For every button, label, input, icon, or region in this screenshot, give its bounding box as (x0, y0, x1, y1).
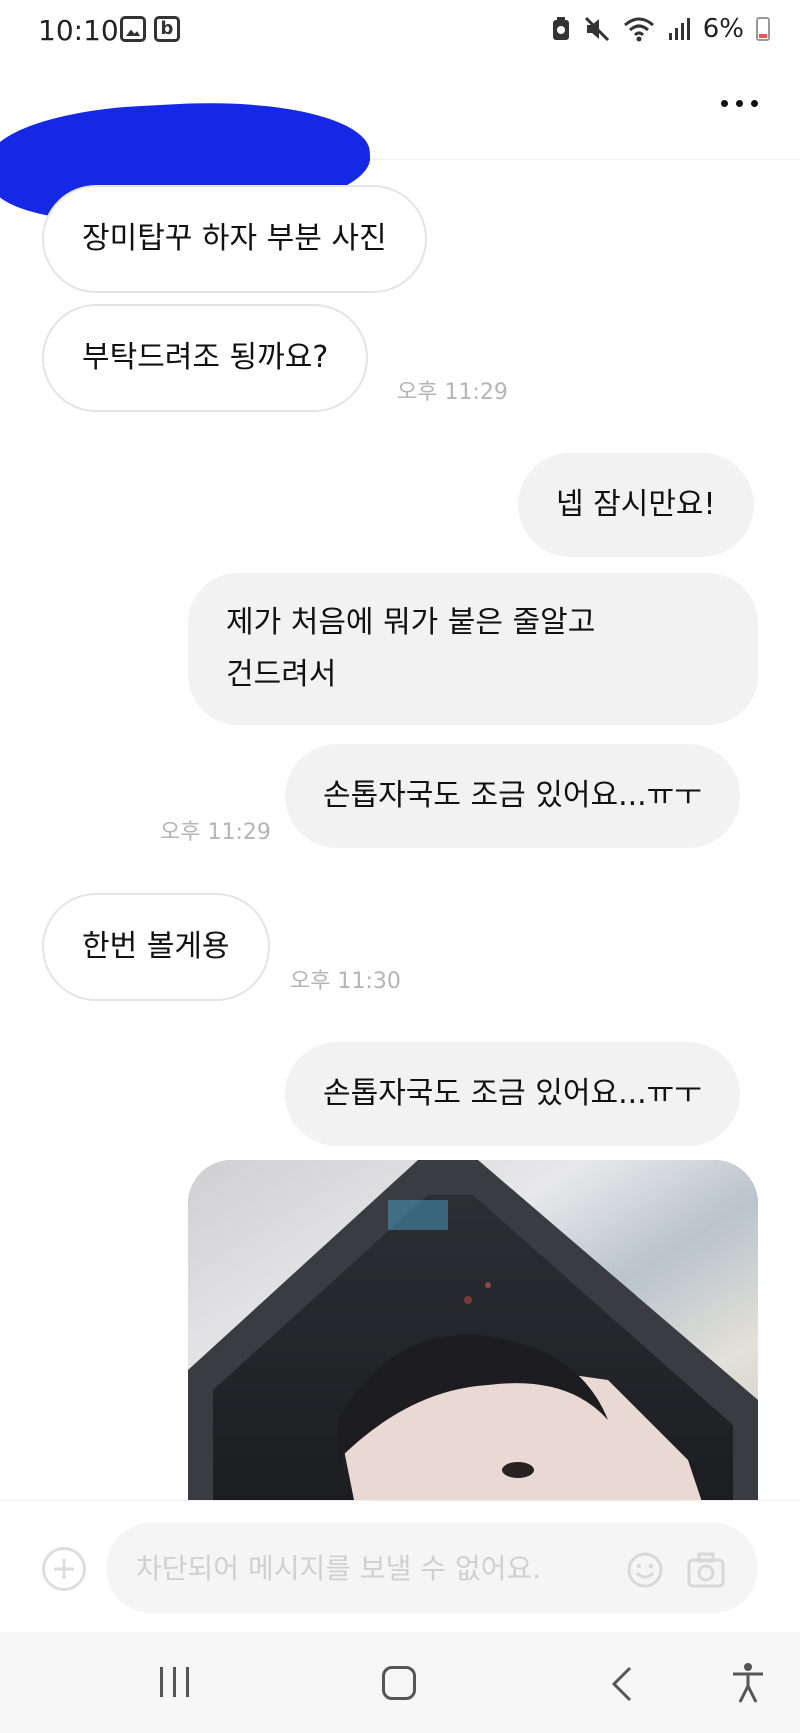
message-text-line: 건드려서 (226, 657, 337, 692)
chat-header (0, 60, 800, 229)
system-nav-bar (0, 1632, 800, 1733)
message-text: 한번 볼게용 (82, 929, 230, 964)
status-app-icons: b (120, 16, 180, 42)
wifi-icon (623, 17, 654, 42)
battery-icon (756, 17, 770, 41)
battery-saver-icon (552, 17, 569, 40)
more-icon[interactable] (721, 100, 758, 107)
back-button[interactable] (610, 1665, 634, 1703)
camera-icon[interactable] (686, 1551, 726, 1589)
plus-icon[interactable] (42, 1547, 86, 1591)
accessibility-icon[interactable] (730, 1662, 766, 1704)
message-text: 손톱자국도 조금 있어요...ㅠㅜ (323, 1076, 702, 1111)
message-text: 부탁드려조 됭까요? (82, 340, 329, 375)
message-time: 오후 11:29 (160, 820, 271, 845)
message-time: 오후 11:30 (290, 969, 401, 994)
message-text: 넵 잠시만요! (556, 487, 716, 522)
b-app-icon: b (154, 16, 180, 42)
message-composer (0, 1500, 800, 1632)
incoming-message[interactable]: 장미탑꾸 하자 부분 사진 (42, 185, 427, 293)
message-text: 장미탑꾸 하자 부분 사진 (82, 221, 387, 256)
message-text-line: 제가 처음에 뭐가 붙은 줄알고 (226, 605, 596, 640)
emoji-icon[interactable] (626, 1551, 664, 1589)
status-indicators: 6% (551, 14, 770, 44)
signal-icon (668, 18, 690, 40)
photo-message[interactable] (188, 1160, 758, 1500)
incoming-message[interactable]: 부탁드려조 됭까요? (42, 304, 369, 412)
message-text: 손톱자국도 조금 있어요...ㅠㅜ (323, 778, 702, 813)
status-bar: 10:10 b 6% (0, 0, 800, 60)
home-button[interactable] (382, 1666, 416, 1700)
photo-image (188, 1160, 758, 1500)
incoming-message[interactable]: 한번 볼게용 (42, 893, 270, 1001)
status-time: 10:10 (38, 14, 119, 47)
message-time: 오후 11:29 (397, 380, 508, 405)
battery-percent: 6% (702, 14, 744, 44)
outgoing-message[interactable]: 넵 잠시만요! (518, 453, 754, 557)
outgoing-message[interactable]: 손톱자국도 조금 있어요...ㅠㅜ (285, 1042, 740, 1146)
outgoing-message[interactable]: 제가 처음에 뭐가 붙은 줄알고 건드려서 (188, 573, 758, 725)
recents-button[interactable] (160, 1667, 189, 1697)
mute-icon (584, 16, 609, 42)
gallery-icon (120, 16, 146, 42)
message-list[interactable]: 장미탑꾸 하자 부분 사진 부탁드려조 됭까요? 오후 11:29 넵 잠시만요… (0, 160, 800, 1500)
outgoing-message[interactable]: 손톱자국도 조금 있어요...ㅠㅜ (285, 744, 740, 848)
